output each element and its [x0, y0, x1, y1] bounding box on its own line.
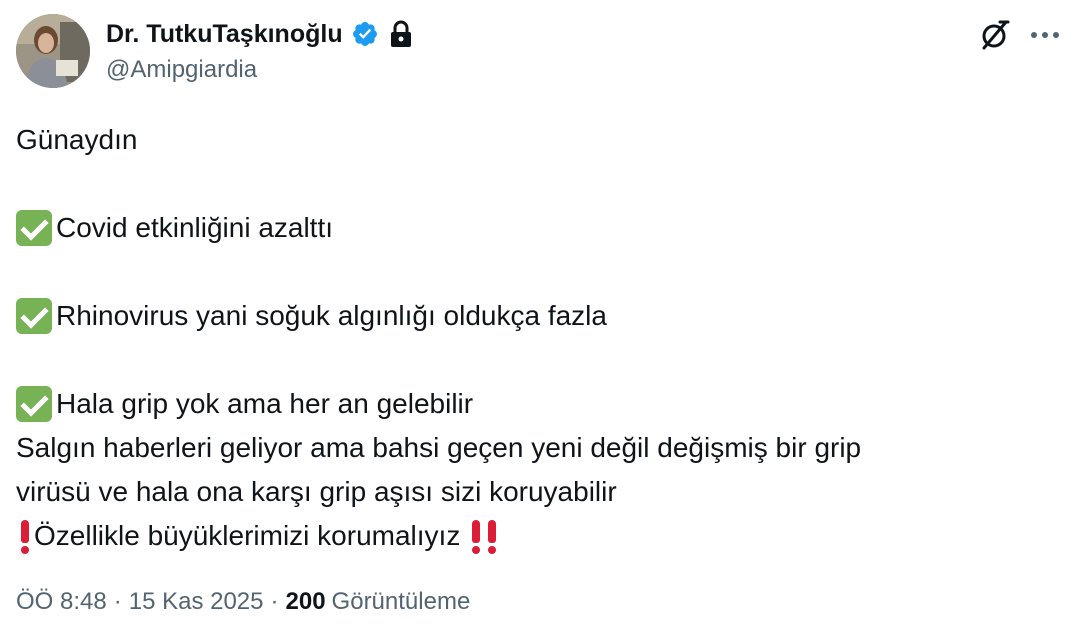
tweet-line-text: Rhinovirus yani soğuk algınlığı oldukça … — [56, 300, 607, 331]
tweet-line: Covid etkinliğini azalttı — [16, 206, 1046, 250]
tweet-line-text: virüsü ve hala ona karşı grip aşısı sizi… — [16, 476, 617, 507]
tweet-line: Hala grip yok ama her an gelebilir — [16, 382, 1046, 426]
tweet-line: Özellikle büyüklerimizi korumalıyız — [16, 514, 1046, 558]
display-name-row: Dr. TutkuTaşkınoğlu — [106, 16, 413, 52]
exclamation-bar — [471, 518, 481, 554]
check-mark-button-emoji — [16, 298, 52, 334]
tweet-card: Dr. TutkuTaşkınoğlu @Amipgiardia Günaydı… — [0, 0, 1080, 636]
tweet-text: Günaydın Covid etkinliğini azalttı Rhino… — [16, 118, 1046, 558]
grok-icon[interactable] — [978, 18, 1012, 52]
meta-separator: · — [270, 588, 279, 615]
tweet-line-text: Hala grip yok ama her an gelebilir — [56, 388, 474, 419]
exclamation-mark-emoji — [20, 518, 30, 554]
tweet-meta: ÖÖ 8:48 · 15 Kas 2025 · 200 Görüntüleme — [16, 588, 470, 616]
check-mark-button-emoji — [16, 386, 52, 422]
tweet-line: Salgın haberleri geliyor ama bahsi geçen… — [16, 426, 1046, 470]
tweet-line: Rhinovirus yani soğuk algınlığı oldukça … — [16, 294, 1046, 338]
check-mark-button-emoji — [16, 210, 52, 246]
tweet-line: Günaydın — [16, 118, 1046, 162]
tweet-line: virüsü ve hala ona karşı grip aşısı sizi… — [16, 470, 1046, 514]
display-name[interactable]: Dr. TutkuTaşkınoğlu — [106, 20, 343, 49]
double-exclamation-mark-emoji — [468, 518, 500, 554]
more-dots-icon[interactable] — [1028, 20, 1062, 50]
user-handle[interactable]: @Amipgiardia — [106, 56, 413, 84]
views-count[interactable]: 200 — [286, 588, 326, 616]
meta-separator: · — [113, 588, 122, 615]
avatar[interactable] — [16, 14, 90, 88]
tweet-line-text: Günaydın — [16, 124, 138, 155]
tweet-line-text: Salgın haberleri geliyor ama bahsi geçen… — [16, 432, 862, 463]
lock-icon — [389, 20, 413, 48]
exclamation-bar — [487, 518, 497, 554]
tweet-date[interactable]: 15 Kas 2025 — [129, 588, 264, 616]
tweet-time[interactable]: ÖÖ 8:48 — [16, 588, 107, 616]
verified-badge-icon[interactable] — [351, 20, 379, 48]
author-info: Dr. TutkuTaşkınoğlu @Amipgiardia — [106, 16, 413, 84]
views-label[interactable]: Görüntüleme — [332, 588, 471, 616]
tweet-line-text: Covid etkinliğini azalttı — [56, 212, 334, 243]
tweet-line-text: Özellikle büyüklerimizi korumalıyız — [34, 520, 461, 551]
